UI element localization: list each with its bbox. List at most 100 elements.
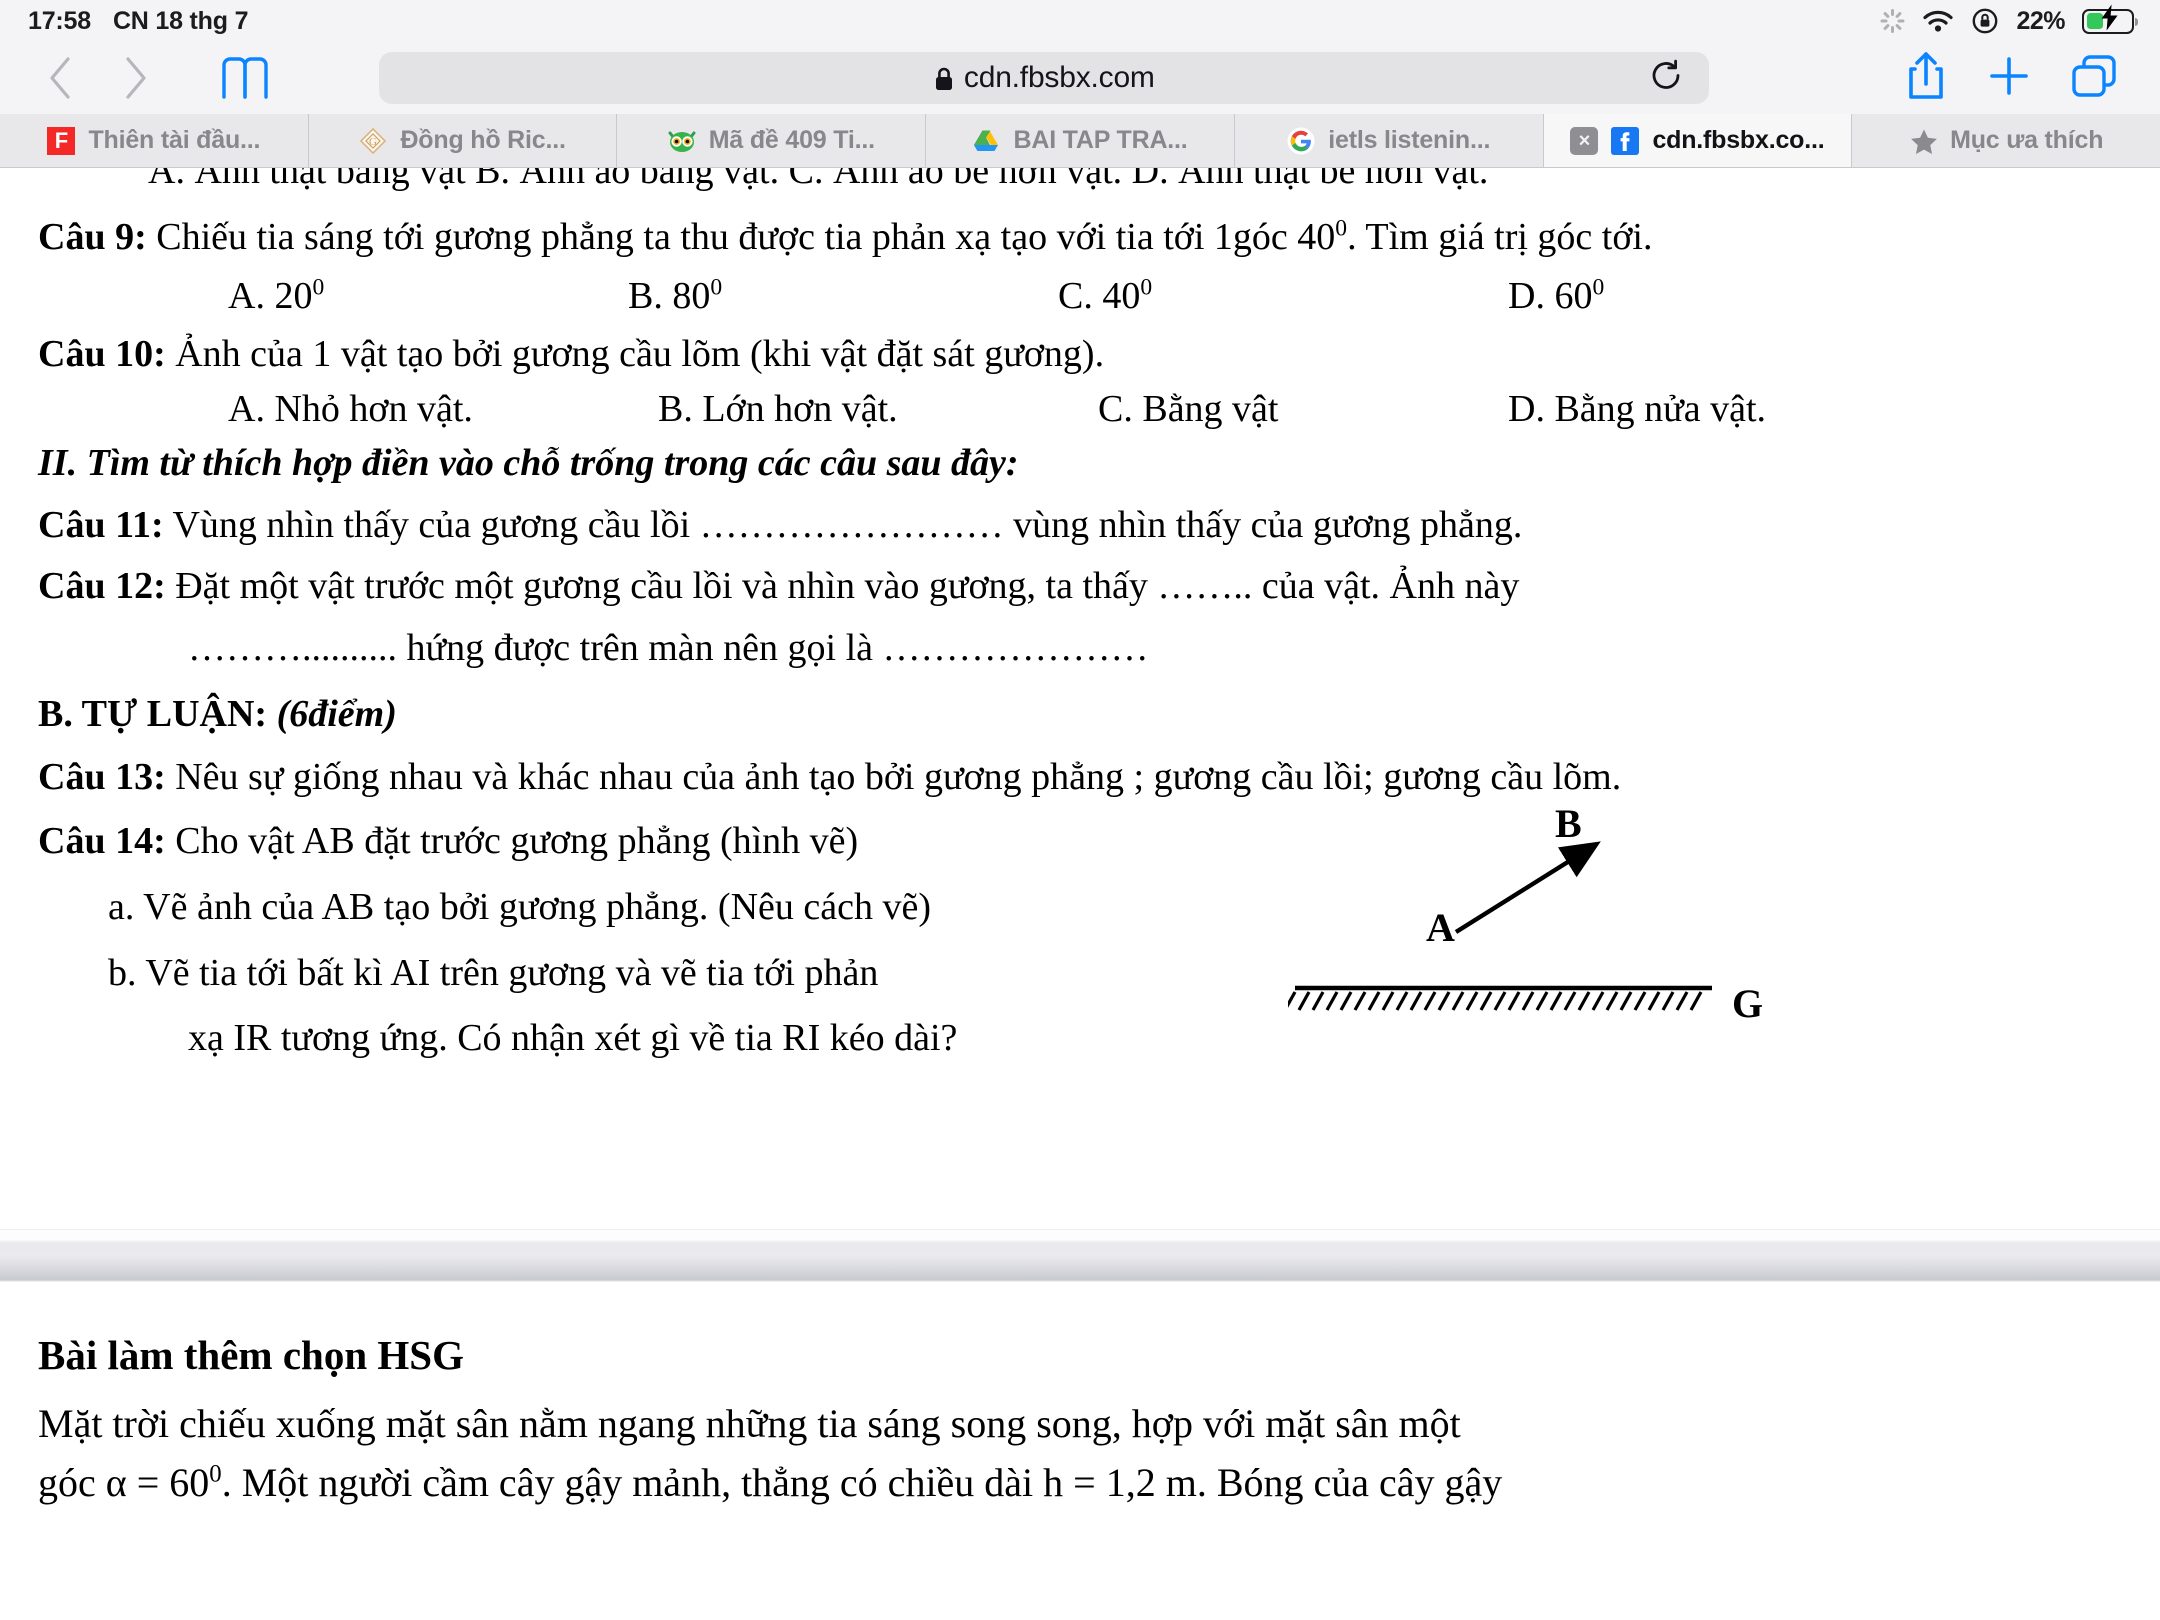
question-14-part-b: b. Vẽ tia tới bất kì AI trên gương và vẽ… [108,951,879,994]
question-9-options: A. 200 B. 800 C. 400 D. 600 [38,272,2122,321]
battery-percent-label: 22% [2016,6,2065,35]
section-b-title: B. TỰ LUẬN: [38,692,268,735]
tab-strip: F Thiên tài đầu... G Đồng hồ Ric... Mã đ… [0,114,2160,168]
section-b-heading: B. TỰ LUẬN: (6điểm) [38,689,2122,741]
wifi-icon [1922,9,1954,33]
diagram-label-b: B [1555,801,1582,847]
document-page-2: Bài làm thêm chọn HSG Mặt trời chiếu xuố… [0,1285,2160,1510]
url-text: cdn.fbsbx.com [963,61,1155,94]
lock-icon [934,66,952,90]
diagram-label-g: G [1732,981,1764,1027]
bookmarks-button[interactable] [208,48,282,108]
option-a[interactable]: A. Nhỏ hơn vật. [228,385,658,434]
question-10-options: A. Nhỏ hơn vật. B. Lớn hơn vật. C. Bằng … [38,385,2122,434]
question-13-number: Câu 13: [38,756,166,799]
document-page-1: A. Ảnh thật bằng vật B. Ảnh ảo bằng vật.… [0,168,2160,1229]
page2-line-2-tail: . Một người cầm cây gậy mảnh, thẳng có c… [221,1460,1503,1506]
question-12-number: Câu 12: [38,565,166,608]
page2-heading: Bài làm thêm chọn HSG [38,1332,464,1378]
section-b-points: (6điểm) [267,692,397,735]
clipped-answer-line: A. Ảnh thật bằng vật B. Ảnh ảo bằng vật.… [148,168,1489,193]
question-13-text: Nêu sự giống nhau và khác nhau của ảnh t… [165,756,1622,799]
question-11-text: Vùng nhìn thấy của gương cầu lồi …………………… [163,503,1523,546]
facebook-icon [1611,126,1640,155]
question-14-part-b-line2: xạ IR tương ứng. Có nhận xét gì về tia R… [188,1017,958,1060]
tabs-overview-button[interactable] [2070,53,2118,104]
status-time: 17:58 [28,6,91,35]
page-separator [0,1229,2160,1285]
tab-bai-tap-tra[interactable]: BAI TAP TRA... [926,114,1235,167]
option-b[interactable]: B. 800 [628,272,1058,321]
option-a[interactable]: A. 200 [228,272,628,321]
option-c[interactable]: C. 400 [1058,272,1508,321]
question-12-line2: ……….......... hứng được trên màn nên gọi… [188,627,1149,670]
owl-icon [668,127,696,155]
question-11: Câu 11: Vùng nhìn thấy của gương cầu lồi… [38,500,2122,552]
question-14-number: Câu 14: [38,820,166,863]
question-9-degree: 0 [1335,215,1348,242]
google-icon [1287,127,1315,155]
tab-thien-tai-dau[interactable]: F Thiên tài đầu... [0,114,309,167]
rotation-lock-icon [1971,7,1999,35]
question-10-text: Ảnh của 1 vật tạo bởi gương cầu lõm (khi… [165,333,1105,376]
option-c[interactable]: C. Bằng vật [1098,385,1508,434]
page2-line-1: Mặt trời chiếu xuống mặt sân nằm ngang n… [38,1400,1461,1446]
google-drive-icon [972,127,1000,155]
battery-charging-icon [2082,4,2138,34]
back-button[interactable] [24,48,98,108]
address-bar[interactable]: cdn.fbsbx.com [379,52,1710,104]
tab-cdn-fbsbx-active[interactable]: × cdn.fbsbx.co... [1543,114,1853,167]
new-tab-button[interactable] [1986,53,2032,104]
tab-label: cdn.fbsbx.co... [1652,126,1825,154]
forward-button[interactable] [98,48,172,108]
tab-label: BAI TAP TRA... [1013,126,1188,154]
question-9-tail: . Tìm giá trị góc tới. [1347,216,1653,258]
question-12-text: Đặt một vật trước một gương cầu lồi và n… [165,565,1520,608]
question-9-text: Chiếu tia sáng tới gương phẳng ta thu đư… [146,216,1336,258]
reload-button[interactable] [1649,59,1683,98]
question-10: Câu 10: Ảnh của 1 vật tạo bởi gương cầu … [38,329,2122,381]
question-14-text: Cho vật AB đặt trước gương phẳng (hình v… [165,820,859,863]
tab-label: Mã đề 409 Ti... [708,126,875,154]
question-12: Câu 12: Đặt một vật trước một gương cầu … [38,561,2122,613]
tab-label: ietls listenin... [1328,126,1491,154]
tab-muc-ua-thich[interactable]: Mục ưa thích [1852,114,2160,167]
browser-toolbar: cdn.fbsbx.com [0,42,2160,114]
page2-degree: 0 [209,1460,222,1488]
question-14-text-column: Câu 14: Cho vật AB đặt trước gương phẳng… [38,816,1328,1065]
question-14-part-a: a. Vẽ ảnh của AB tạo bởi gương phẳng. (N… [108,885,931,928]
question-9: Câu 9: Chiếu tia sáng tới gương phẳng ta… [38,212,2122,264]
question-11-number: Câu 11: [38,503,164,546]
option-d[interactable]: D. Bằng nửa vật. [1508,385,1766,434]
question-9-number: Câu 9: [38,216,147,258]
option-b[interactable]: B. Lớn hơn vật. [658,385,1098,434]
mirror-diagram: A B G [1288,801,2122,1066]
tab-label: Mục ưa thích [1950,126,2104,154]
section-ii-heading: II. Tìm từ thích hợp điền vào chỗ trống … [38,442,1019,485]
toolbar-actions [1904,50,2136,107]
activity-spinner-icon [1879,8,1905,34]
diamond-watch-icon: G [359,127,387,155]
tab-dong-ho-ric[interactable]: G Đồng hồ Ric... [309,114,618,167]
share-button[interactable] [1904,50,1948,107]
question-14-block: Câu 14: Cho vật AB đặt trước gương phẳng… [38,801,2122,1066]
status-date: CN 18 thg 7 [112,6,249,35]
close-icon[interactable]: × [1570,126,1599,155]
status-bar: 17:58 CN 18 thg 7 22% [0,0,2160,42]
diagram-label-a: A [1426,905,1455,951]
tab-label: Thiên tài đầu... [88,126,261,154]
status-bar-left: 17:58 CN 18 thg 7 [28,7,248,36]
option-d[interactable]: D. 600 [1508,272,1604,321]
tab-ma-de-409[interactable]: Mã đề 409 Ti... [617,114,927,167]
tab-label: Đồng hồ Ric... [400,126,566,154]
question-14: Câu 14: Cho vật AB đặt trước gương phẳng… [38,816,1328,868]
tab-ietls-listening[interactable]: ietls listenin... [1235,114,1544,167]
flipboard-icon: F [47,126,76,155]
pdf-viewer[interactable]: A. Ảnh thật bằng vật B. Ảnh ảo bằng vật.… [0,168,2160,1620]
svg-text:G: G [369,136,377,148]
status-bar-right: 22% [1879,4,2138,36]
page2-angle-prefix: góc α = 60 [38,1460,210,1506]
question-13: Câu 13: Nêu sự giống nhau và khác nhau c… [38,752,2122,804]
page2-line-2: góc α = 600. Một người cầm cây gậy mảnh,… [38,1456,2122,1510]
star-icon [1909,127,1937,155]
